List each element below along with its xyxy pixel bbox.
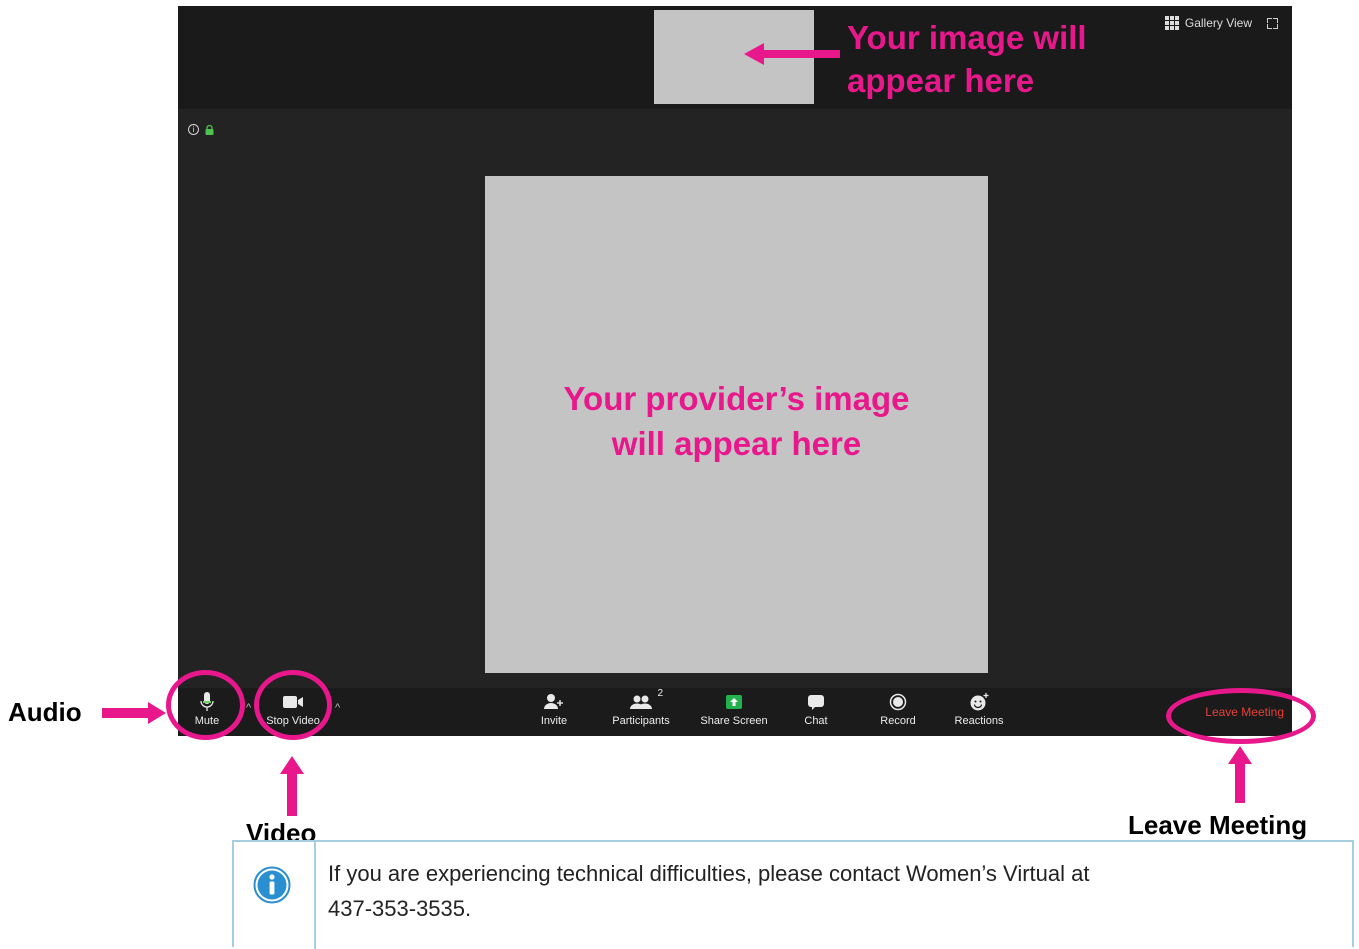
share-screen-button[interactable]: Share Screen bbox=[694, 692, 774, 727]
technical-difficulties-note: If you are experiencing technical diffic… bbox=[232, 840, 1354, 949]
video-pointer-arrow bbox=[280, 756, 304, 816]
reactions-smiley-icon bbox=[970, 693, 989, 711]
record-button[interactable]: Record bbox=[878, 692, 918, 727]
leave-meeting-pointer-arrow bbox=[1228, 746, 1252, 803]
chat-button[interactable]: Chat bbox=[796, 692, 836, 727]
info-icon[interactable]: i bbox=[188, 124, 199, 135]
info-circle-icon bbox=[253, 866, 291, 904]
audio-pointer-arrow bbox=[102, 702, 166, 724]
participants-count: 2 bbox=[657, 688, 663, 699]
record-icon bbox=[889, 693, 907, 711]
fullscreen-icon[interactable] bbox=[1267, 18, 1278, 29]
participants-button[interactable]: 2 Participants bbox=[606, 688, 676, 727]
video-options-chevron-icon[interactable]: ^ bbox=[335, 702, 340, 714]
reactions-label: Reactions bbox=[954, 715, 1004, 727]
gallery-view-label: Gallery View bbox=[1184, 16, 1252, 30]
chat-label: Chat bbox=[804, 715, 828, 727]
self-image-pointer-arrow bbox=[744, 43, 840, 65]
invite-button[interactable]: Invite bbox=[534, 692, 574, 727]
provider-caption-line-2: will appear here bbox=[611, 425, 862, 462]
self-caption-line-1: Your image will bbox=[847, 19, 1087, 56]
self-image-caption: Your image will appear here bbox=[847, 16, 1087, 102]
note-icon-cell bbox=[234, 842, 316, 949]
provider-caption-line-1: Your provider’s image bbox=[563, 380, 910, 417]
record-label: Record bbox=[880, 715, 916, 727]
video-highlight-ring bbox=[254, 670, 332, 740]
chat-bubble-icon bbox=[808, 695, 824, 710]
note-text-line-2: 437-353-3535. bbox=[328, 896, 472, 921]
audio-highlight-ring bbox=[166, 670, 245, 740]
invite-label: Invite bbox=[540, 715, 568, 727]
audio-options-chevron-icon[interactable]: ^ bbox=[246, 702, 251, 714]
gallery-view-button[interactable]: Gallery View bbox=[1164, 16, 1252, 30]
self-caption-line-2: appear here bbox=[847, 62, 1035, 99]
provider-image-caption: Your provider’s image will appear here bbox=[485, 376, 988, 466]
encryption-lock-icon[interactable] bbox=[205, 124, 214, 135]
note-text-line-1: If you are experiencing technical diffic… bbox=[328, 861, 1090, 886]
leave-meeting-highlight-ring bbox=[1166, 688, 1316, 744]
zoom-meeting-window: Gallery View i Mute ^ Stop Video ^ Invit… bbox=[178, 6, 1292, 736]
reactions-button[interactable]: Reactions bbox=[948, 692, 1010, 727]
meeting-toolbar: Mute ^ Stop Video ^ Invite 2 Participant… bbox=[178, 688, 1292, 736]
participants-icon bbox=[630, 695, 652, 709]
note-text: If you are experiencing technical diffic… bbox=[328, 856, 1328, 926]
gallery-grid-icon bbox=[1164, 16, 1179, 30]
thumbnail-strip: Gallery View bbox=[178, 6, 1292, 109]
share-screen-label: Share Screen bbox=[700, 715, 768, 727]
participants-label: Participants bbox=[612, 715, 670, 727]
meeting-info-icons: i bbox=[188, 124, 214, 135]
invite-person-plus-icon bbox=[544, 694, 563, 709]
share-screen-icon bbox=[726, 695, 742, 709]
audio-annotation-label: Audio bbox=[8, 697, 82, 727]
leave-meeting-annotation-label: Leave Meeting bbox=[1128, 810, 1308, 840]
